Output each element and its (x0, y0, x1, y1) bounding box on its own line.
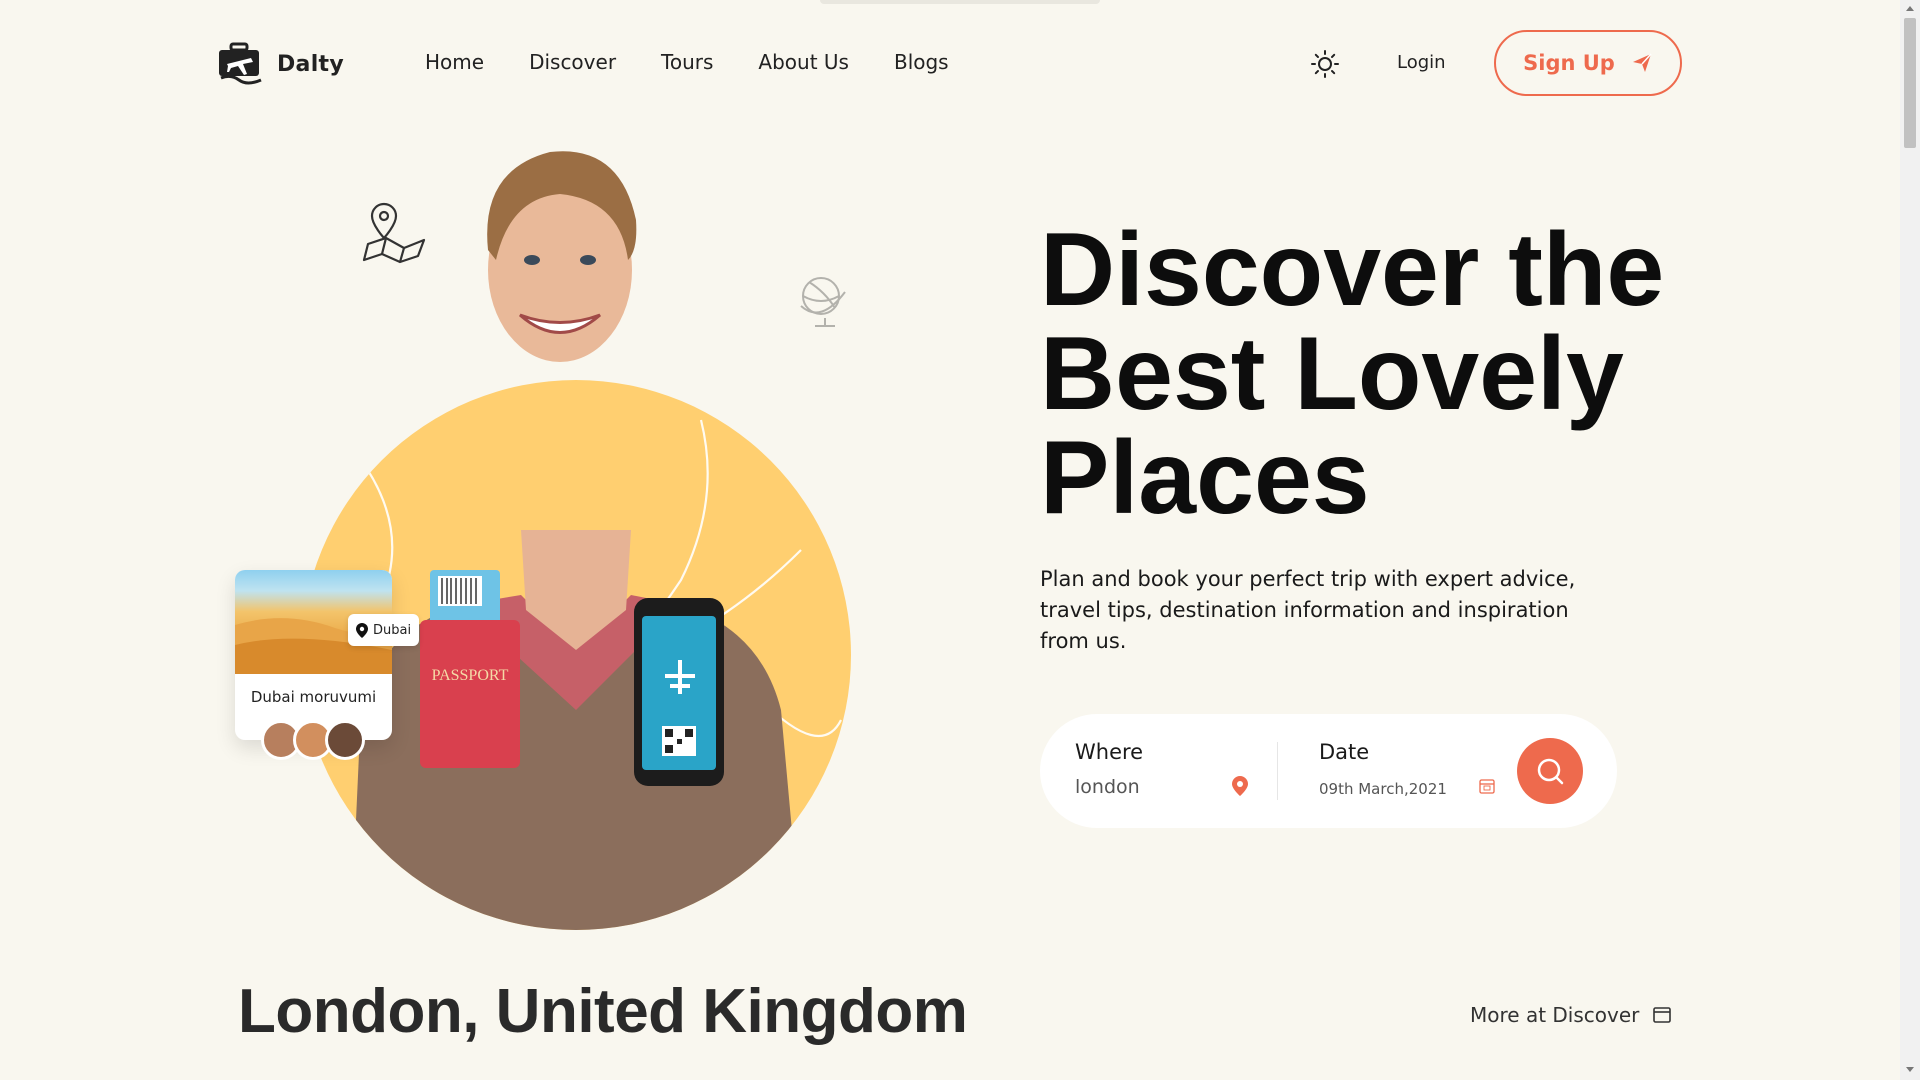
more-at-discover-link[interactable]: More at Discover (1470, 1003, 1672, 1027)
brand-logo[interactable]: Dalty (217, 42, 344, 86)
where-input[interactable]: london (1075, 776, 1140, 798)
main-nav: Home Discover Tours About Us Blogs (425, 50, 949, 74)
date-label: Date (1319, 740, 1370, 764)
passport-icon: PASSPORT (420, 570, 520, 768)
paper-plane-icon (1632, 53, 1652, 72)
traveler-head (487, 151, 637, 362)
search-icon (1537, 758, 1564, 785)
header: Dalty Home Discover Tours About Us Blogs… (0, 0, 1900, 128)
location-tag-label: Dubai (373, 622, 412, 638)
hero-visual: PASSPORT Dubai Dubai moruvumi (230, 140, 870, 930)
window-icon (1653, 1007, 1672, 1023)
nav-blogs[interactable]: Blogs (894, 50, 949, 74)
trip-search-bar: Where london Date 09th March,2021 (1040, 714, 1617, 828)
sun-icon[interactable] (1310, 49, 1340, 79)
location-pin-icon (356, 622, 368, 638)
globe-icon (800, 277, 846, 327)
nav-home[interactable]: Home (425, 50, 484, 74)
location-tag: Dubai (348, 614, 420, 646)
signup-label: Sign Up (1523, 51, 1615, 75)
hero-subtitle: Plan and book your perfect trip with exp… (1040, 567, 1576, 653)
destination-title: Dubai moruvumi (250, 688, 377, 706)
date-input[interactable]: 09th March,2021 (1319, 780, 1447, 798)
nav-tours[interactable]: Tours (661, 50, 713, 74)
scroll-up-arrow-icon[interactable] (1905, 4, 1915, 12)
phone-ticket-icon (634, 598, 724, 786)
nav-discover[interactable]: Discover (529, 50, 616, 74)
login-link[interactable]: Login (1397, 52, 1446, 73)
suitcase-plane-icon (219, 42, 262, 85)
scroll-down-arrow-icon[interactable] (1905, 1066, 1915, 1074)
calendar-icon[interactable] (1479, 778, 1495, 794)
hero-title: Discover the Best Lovely Places (1040, 218, 1700, 530)
where-label: Where (1075, 740, 1144, 764)
location-pin-icon[interactable] (1232, 776, 1248, 796)
svg-text:PASSPORT: PASSPORT (432, 667, 509, 684)
brand-name: Dalty (277, 51, 345, 77)
nav-about-us[interactable]: About Us (758, 50, 849, 74)
search-divider (1277, 742, 1278, 800)
map-pin-icon (362, 202, 426, 264)
hero-title-line: Discover the (1040, 212, 1665, 328)
search-button[interactable] (1517, 738, 1583, 804)
page-scrollbar[interactable] (1900, 0, 1920, 1080)
destination-card-dubai[interactable]: Dubai Dubai moruvumi (235, 570, 420, 760)
hero-title-line: Places (1040, 420, 1370, 536)
section-title: London, United Kingdom (238, 977, 968, 1046)
more-link-label: More at Discover (1470, 1003, 1640, 1027)
hero-title-line: Best Lovely (1040, 316, 1624, 432)
signup-button[interactable]: Sign Up (1494, 30, 1682, 96)
avatar (325, 720, 365, 760)
scrollbar-thumb[interactable] (1904, 18, 1916, 148)
traveler-avatars (261, 720, 365, 760)
